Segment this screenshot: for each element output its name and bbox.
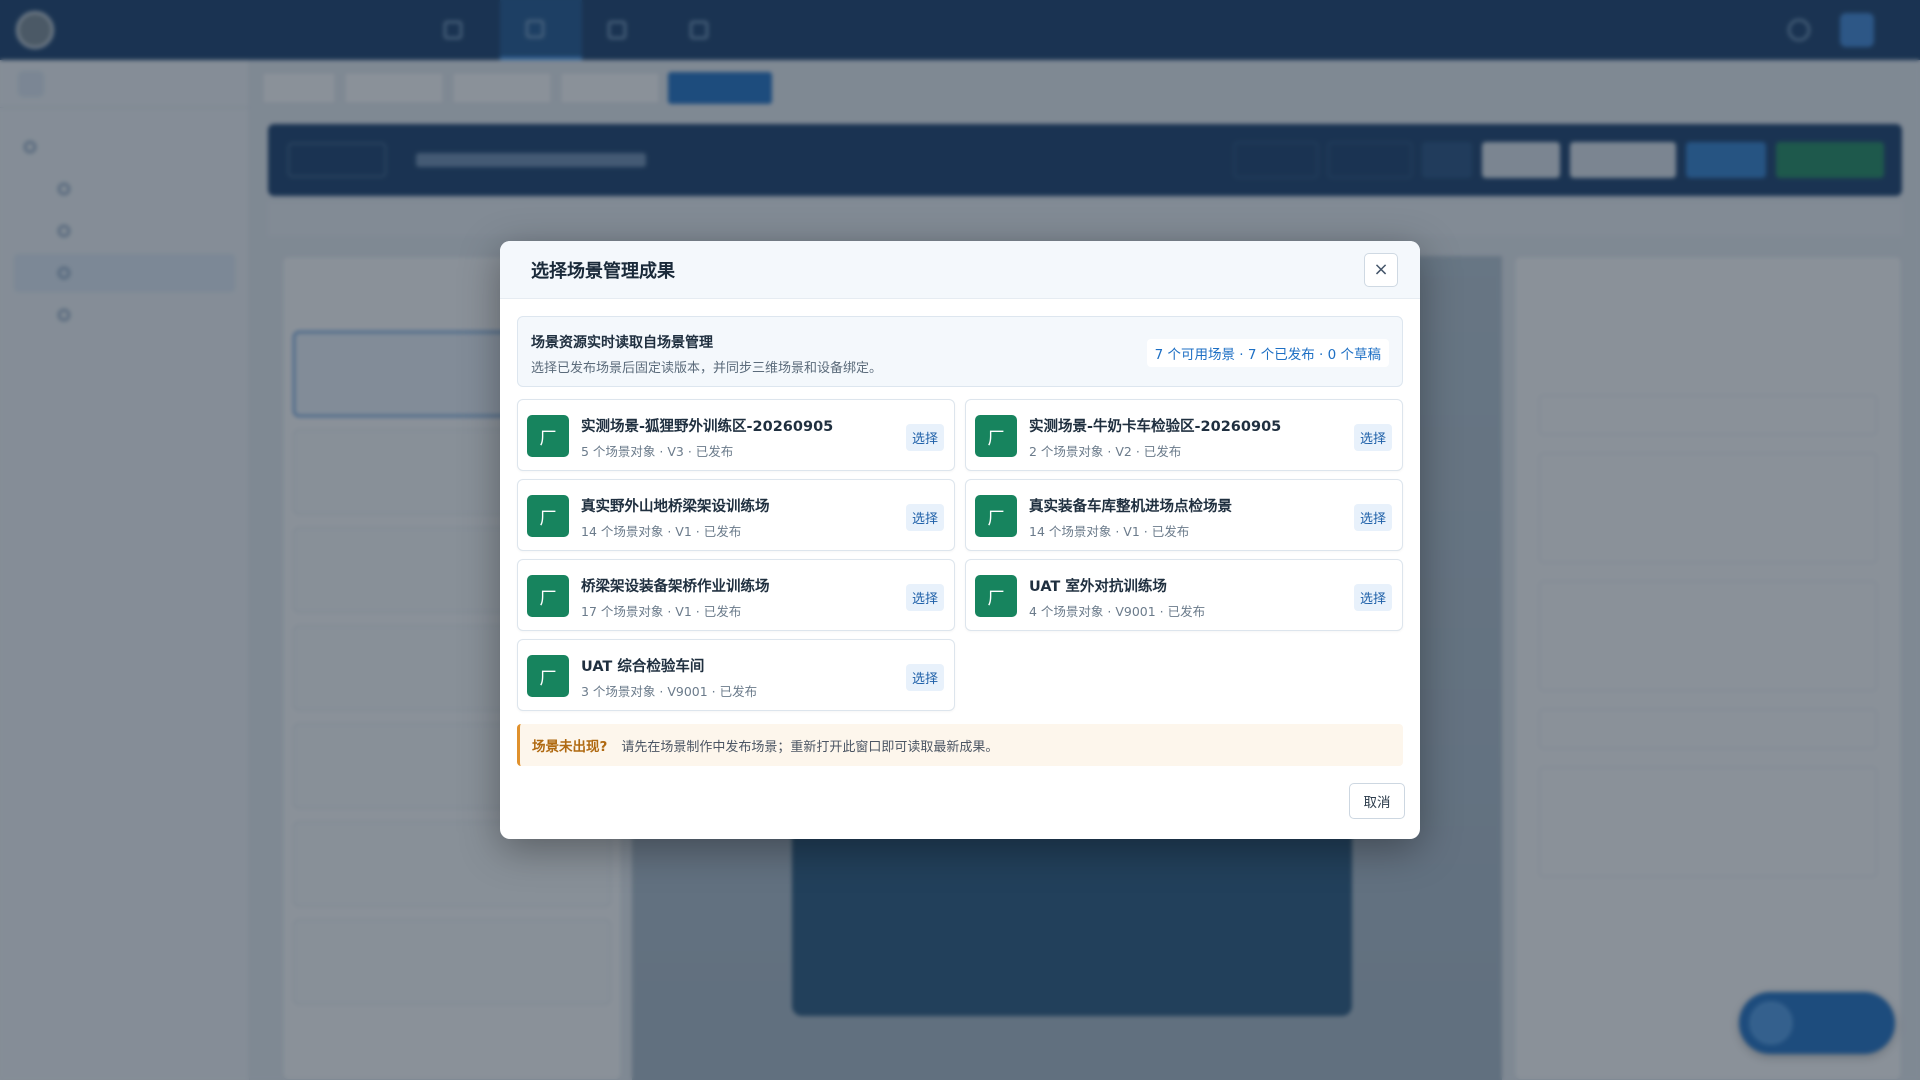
select-button[interactable]: 选择 [1353,424,1392,451]
factory-icon: 厂 [975,415,1017,457]
factory-icon: 厂 [527,655,569,697]
scene-card[interactable]: 厂 实测场景-牛奶卡车检验区-20260905 2 个场景对象 · V2 · 已… [965,399,1403,471]
scene-meta: 17 个场景对象 · V1 · 已发布 [581,604,742,619]
select-button[interactable]: 选择 [905,584,944,611]
factory-icon: 厂 [527,415,569,457]
scene-name: UAT 综合检验车间 [581,659,705,675]
scene-name: 真实装备车库整机进场点检场景 [1029,499,1232,515]
scene-name: 实测场景-牛奶卡车检验区-20260905 [1029,419,1282,435]
scene-count-badge: 7 个可用场景 · 7 个已发布 · 0 个草稿 [1146,339,1389,367]
dialog-title: 选择场景管理成果 [531,260,675,282]
cancel-button[interactable]: 取消 [1349,783,1405,819]
info-title: 场景资源实时读取自场景管理 [531,335,713,351]
scene-name: 实测场景-狐狸野外训练区-20260905 [581,419,834,435]
select-button[interactable]: 选择 [1353,584,1392,611]
select-button[interactable]: 选择 [905,424,944,451]
scene-card[interactable]: 厂 真实野外山地桥梁架设训练场 14 个场景对象 · V1 · 已发布 选择 [517,479,955,551]
dialog-footer: 取消 [500,771,1420,839]
scene-meta: 3 个场景对象 · V9001 · 已发布 [581,684,758,699]
scene-card[interactable]: 厂 UAT 综合检验车间 3 个场景对象 · V9001 · 已发布 选择 [517,639,955,711]
scene-card[interactable]: 厂 实测场景-狐狸野外训练区-20260905 5 个场景对象 · V3 · 已… [517,399,955,471]
scene-name: 桥梁架设装备架桥作业训练场 [581,579,770,595]
hint-banner: 场景未出现? 请先在场景制作中发布场景；重新打开此窗口即可读取最新成果。 [517,724,1403,766]
hint-label: 场景未出现? [532,739,608,755]
select-button[interactable]: 选择 [905,664,944,691]
scene-meta: 14 个场景对象 · V1 · 已发布 [1029,524,1190,539]
scene-card[interactable]: 厂 桥梁架设装备架桥作业训练场 17 个场景对象 · V1 · 已发布 选择 [517,559,955,631]
factory-icon: 厂 [975,575,1017,617]
scene-card[interactable]: 厂 UAT 室外对抗训练场 4 个场景对象 · V9001 · 已发布 选择 [965,559,1403,631]
factory-icon: 厂 [527,575,569,617]
scene-meta: 5 个场景对象 · V3 · 已发布 [581,444,734,459]
info-subtitle: 选择已发布场景后固定读版本，并同步三维场景和设备绑定。 [531,361,883,376]
scene-meta: 14 个场景对象 · V1 · 已发布 [581,524,742,539]
scene-select-dialog: 选择场景管理成果 × 场景资源实时读取自场景管理 选择已发布场景后固定读版本，并… [500,241,1420,839]
select-button[interactable]: 选择 [1353,504,1392,531]
scene-meta: 4 个场景对象 · V9001 · 已发布 [1029,604,1206,619]
close-button[interactable]: × [1364,252,1398,287]
hint-text: 请先在场景制作中发布场景；重新打开此窗口即可读取最新成果。 [621,739,999,755]
factory-icon: 厂 [975,495,1017,537]
factory-icon: 厂 [527,495,569,537]
scene-meta: 2 个场景对象 · V2 · 已发布 [1029,444,1182,459]
select-button[interactable]: 选择 [905,504,944,531]
info-box: 场景资源实时读取自场景管理 选择已发布场景后固定读版本，并同步三维场景和设备绑定… [517,316,1403,387]
dialog-header: 选择场景管理成果 × [500,241,1420,299]
scene-name: 真实野外山地桥梁架设训练场 [581,499,770,515]
scene-card[interactable]: 厂 真实装备车库整机进场点检场景 14 个场景对象 · V1 · 已发布 选择 [965,479,1403,551]
close-icon: × [1373,259,1389,280]
scene-name: UAT 室外对抗训练场 [1029,579,1167,595]
